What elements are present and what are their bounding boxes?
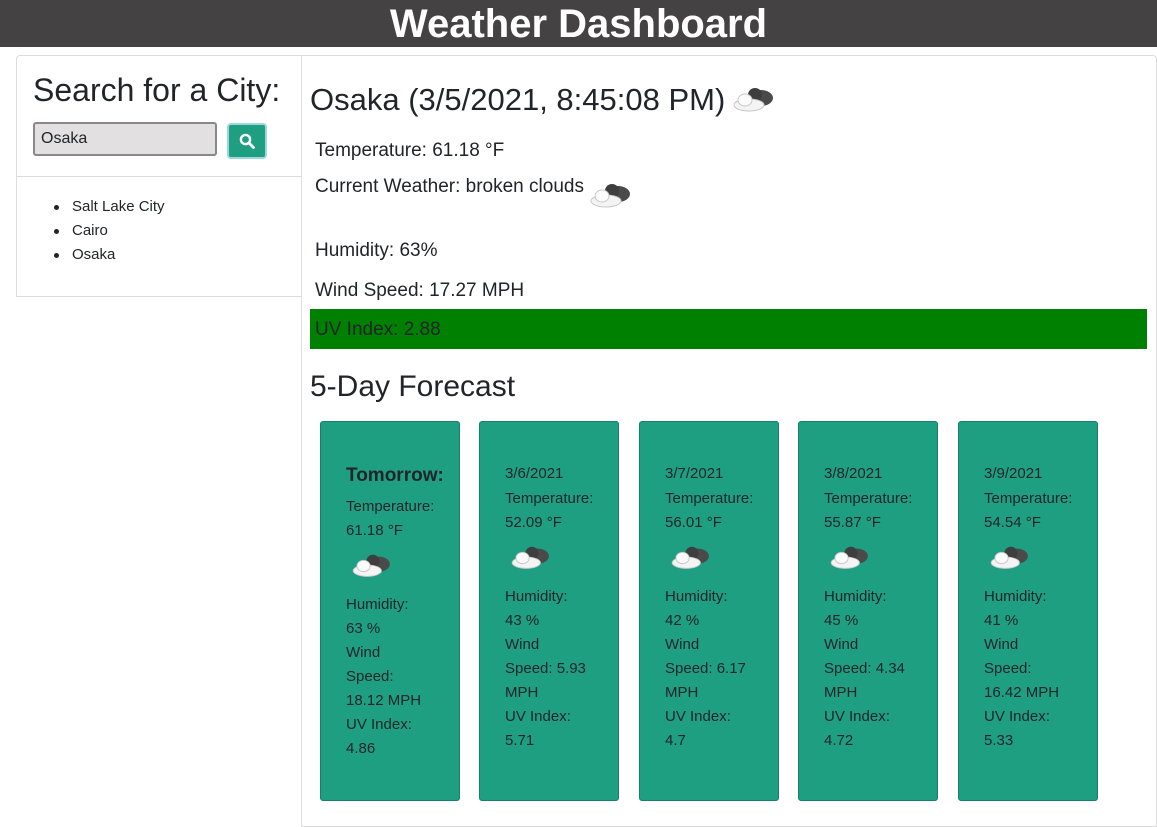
broken-clouds-icon (511, 546, 549, 569)
forecast-card-day-4: 3/8/2021 Temperature: 55.87 °F Humidity:… (798, 421, 938, 801)
forecast-wind-label-2: Speed: (984, 660, 1032, 677)
forecast-card-day-5: 3/9/2021 Temperature: 54.54 °F Humidity:… (958, 421, 1098, 801)
forecast-wind-label: Wind (984, 636, 1019, 653)
forecast-wind: MPH (824, 684, 858, 701)
sidebar: Search for a City: Salt Lake City Cairo … (16, 55, 302, 297)
forecast-temp-label: Temperature: (346, 498, 435, 515)
forecast-day-heading: Tomorrow: (346, 465, 444, 486)
page-header: Weather Dashboard (0, 0, 1157, 47)
broken-clouds-icon (352, 554, 390, 577)
forecast-humidity: 45 % (824, 612, 859, 629)
broken-clouds-icon (830, 546, 868, 569)
broken-clouds-icon (733, 88, 774, 112)
forecast-day-heading: 3/6/2021 (505, 465, 564, 482)
forecast-uv-label: UV Index: (505, 708, 571, 725)
forecast-day-heading: 3/7/2021 (665, 465, 724, 482)
search-history-panel: Salt Lake City Cairo Osaka (16, 176, 301, 297)
search-icon (239, 133, 255, 149)
search-panel: Search for a City: (16, 55, 301, 178)
current-humidity: Humidity: 63% (315, 240, 438, 261)
search-history-list: Salt Lake City Cairo Osaka (54, 195, 165, 267)
forecast-wind-label-2: Speed: 4.34 (824, 660, 905, 677)
forecast-wind: MPH (505, 684, 539, 701)
page-title: Weather Dashboard (389, 2, 768, 46)
forecast-card-day-1: Tomorrow: Temperature: 61.18 °F Humidity… (320, 421, 460, 801)
forecast-day-heading: 3/9/2021 (984, 465, 1043, 482)
forecast-humidity: 63 % (346, 620, 381, 637)
history-item-salt-lake-city[interactable]: Salt Lake City (54, 195, 165, 219)
main-panel: Osaka (3/5/2021, 8:45:08 PM) Temperature… (301, 55, 1157, 827)
forecast-temp-label: Temperature: (984, 490, 1073, 507)
broken-clouds-icon (590, 184, 630, 208)
forecast-wind: MPH (665, 684, 699, 701)
forecast-uv-label: UV Index: (665, 708, 731, 725)
forecast-wind-label: Wind (346, 644, 381, 661)
current-temperature: Temperature: 61.18 °F (315, 140, 505, 161)
history-item-osaka[interactable]: Osaka (54, 243, 165, 267)
forecast-humidity-label: Humidity: (665, 588, 728, 605)
forecast-wind-label-2: Speed: (346, 668, 394, 685)
forecast-humidity-label: Humidity: (984, 588, 1047, 605)
forecast-wind-label-2: Speed: 5.93 (505, 660, 586, 677)
forecast-humidity-label: Humidity: (346, 596, 409, 613)
forecast-title: 5-Day Forecast (310, 370, 516, 403)
forecast-temp: 54.54 °F (984, 514, 1041, 531)
current-wind-speed: Wind Speed: 17.27 MPH (315, 280, 525, 301)
forecast-day-heading: 3/8/2021 (824, 465, 883, 482)
broken-clouds-icon (671, 546, 709, 569)
forecast-uv: 4.7 (665, 732, 686, 749)
forecast-uv: 5.71 (505, 732, 535, 749)
current-city-title-text: Osaka (3/5/2021, 8:45:08 PM) (310, 82, 726, 117)
forecast-wind-label: Wind (824, 636, 859, 653)
forecast-uv: 4.86 (346, 740, 376, 757)
forecast-temp-label: Temperature: (824, 490, 913, 507)
broken-clouds-icon (990, 546, 1028, 569)
forecast-wind-label-2: Speed: 6.17 (665, 660, 746, 677)
forecast-card-day-2: 3/6/2021 Temperature: 52.09 °F Humidity:… (479, 421, 619, 801)
forecast-temp: 52.09 °F (505, 514, 562, 531)
forecast-card-day-3: 3/7/2021 Temperature: 56.01 °F Humidity:… (639, 421, 779, 801)
forecast-uv: 4.72 (824, 732, 854, 749)
forecast-wind-label: Wind (665, 636, 700, 653)
forecast-temp-label: Temperature: (665, 490, 754, 507)
forecast-wind: 18.12 MPH (346, 692, 422, 709)
forecast-temp: 56.01 °F (665, 514, 722, 531)
forecast-humidity: 43 % (505, 612, 540, 629)
search-title: Search for a City: (33, 72, 281, 108)
forecast-humidity-label: Humidity: (505, 588, 568, 605)
current-weather: Current Weather: broken clouds (315, 176, 634, 214)
forecast-uv: 5.33 (984, 732, 1014, 749)
forecast-humidity: 41 % (984, 612, 1019, 629)
forecast-humidity-label: Humidity: (824, 588, 887, 605)
forecast-temp-label: Temperature: (505, 490, 594, 507)
current-weather-text: Current Weather: broken clouds (315, 176, 584, 197)
forecast-uv-label: UV Index: (346, 716, 412, 733)
current-uv-index: UV Index: 2.88 (310, 309, 1147, 349)
city-search-input[interactable] (33, 122, 217, 156)
forecast-temp: 61.18 °F (346, 522, 403, 539)
search-button[interactable] (227, 123, 267, 159)
forecast-uv-label: UV Index: (824, 708, 890, 725)
forecast-temp: 55.87 °F (824, 514, 881, 531)
history-item-cairo[interactable]: Cairo (54, 219, 165, 243)
forecast-humidity: 42 % (665, 612, 700, 629)
current-city-title: Osaka (3/5/2021, 8:45:08 PM) (310, 82, 777, 118)
forecast-uv-label: UV Index: (984, 708, 1050, 725)
forecast-wind-label: Wind (505, 636, 540, 653)
forecast-wind: 16.42 MPH (984, 684, 1060, 701)
